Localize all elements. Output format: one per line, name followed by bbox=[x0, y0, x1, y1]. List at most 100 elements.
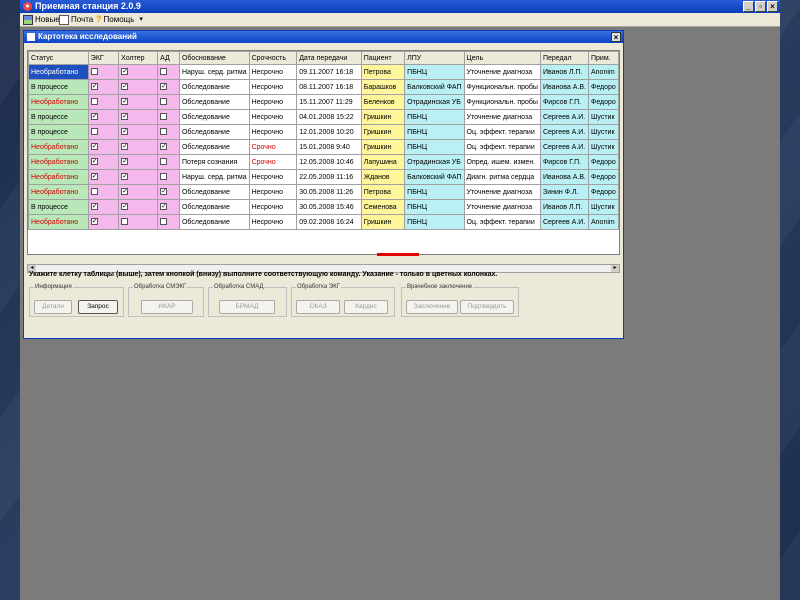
header-urgency[interactable]: Срочность bbox=[248, 51, 298, 65]
conclusion-button[interactable]: Заключение bbox=[406, 300, 458, 314]
holter-checkbox[interactable]: ✓ bbox=[121, 83, 129, 91]
cell-reason[interactable]: Обследование bbox=[178, 124, 250, 140]
holter-checkbox[interactable]: ✓ bbox=[121, 188, 129, 196]
cell-holter[interactable]: ✓ bbox=[118, 79, 159, 95]
cell-sender[interactable]: Сергеев А.И. bbox=[539, 124, 590, 140]
dialog-titlebar[interactable]: Картотека исследований × bbox=[24, 31, 623, 43]
cell-date[interactable]: 12.05.2008 10:46 bbox=[296, 154, 362, 170]
cell-patient[interactable]: Барашков bbox=[360, 79, 406, 95]
cell-lpu[interactable]: ПБНЦ bbox=[404, 184, 465, 200]
cell-ad[interactable] bbox=[157, 124, 180, 140]
cell-ad[interactable] bbox=[157, 169, 180, 185]
details-button[interactable]: Детали bbox=[34, 300, 72, 314]
cell-note[interactable]: Anonim bbox=[588, 214, 619, 230]
cell-goal[interactable]: Оц. эффект. терапии bbox=[463, 214, 541, 230]
cell-ekg[interactable]: ✓ bbox=[87, 154, 120, 170]
cell-status[interactable]: В процессе bbox=[28, 109, 89, 125]
ad-checkbox[interactable] bbox=[160, 128, 168, 136]
cell-holter[interactable]: ✓ bbox=[118, 199, 159, 215]
ikar-button[interactable]: ИКАР bbox=[141, 300, 193, 314]
header-date[interactable]: Дата передачи bbox=[296, 51, 362, 65]
cell-reason[interactable]: Обследование bbox=[178, 109, 250, 125]
table-row[interactable]: Необработано ✓ ✓ ✓ Обследование Срочно 15.01.2… bbox=[28, 139, 619, 155]
table-row[interactable]: Необработано ✓ Наруш. серд. ритма Несрочно 0… bbox=[28, 64, 619, 80]
header-status[interactable]: Статус bbox=[28, 51, 89, 65]
header-ekg[interactable]: ЭКГ bbox=[87, 51, 120, 65]
menu-mail[interactable]: Почта bbox=[59, 13, 93, 26]
cell-urgency[interactable]: Несрочно bbox=[248, 169, 298, 185]
cell-date[interactable]: 30.05.2008 11:26 bbox=[296, 184, 362, 200]
cell-holter[interactable]: ✓ bbox=[118, 154, 159, 170]
cell-note[interactable]: Федоро bbox=[588, 169, 619, 185]
cell-urgency[interactable]: Несрочно bbox=[248, 214, 298, 230]
cell-reason[interactable]: Наруш. серд. ритма bbox=[178, 64, 250, 80]
cell-sender[interactable]: Сергеев А.И. bbox=[539, 109, 590, 125]
cell-holter[interactable]: ✓ bbox=[118, 64, 159, 80]
cell-lpu[interactable]: ПБНЦ bbox=[404, 64, 465, 80]
table-row[interactable]: Необработано ✓ Обследование Несрочно 15.11.2… bbox=[28, 94, 619, 110]
cell-sender[interactable]: Зинин Ф.Л. bbox=[539, 184, 590, 200]
cell-holter[interactable]: ✓ bbox=[118, 124, 159, 140]
okaz-button[interactable]: ОКАЗ bbox=[296, 300, 340, 314]
cell-status[interactable]: В процессе bbox=[28, 79, 89, 95]
brmad-button[interactable]: БРМАД bbox=[219, 300, 275, 314]
cell-sender[interactable]: Иванова А.В. bbox=[539, 169, 590, 185]
cell-sender[interactable]: Фирсов Г.П. bbox=[539, 94, 590, 110]
holter-checkbox[interactable]: ✓ bbox=[121, 203, 129, 211]
ekg-checkbox[interactable]: ✓ bbox=[90, 83, 98, 91]
cell-goal[interactable]: Диагн. ритма сердца bbox=[463, 169, 541, 185]
ekg-checkbox[interactable] bbox=[90, 98, 98, 106]
table-row[interactable]: Необработано ✓ ✓ Обследование Несрочно 30.05.… bbox=[28, 184, 619, 200]
menu-help[interactable]: ? Помощь ▾ bbox=[96, 13, 143, 26]
cell-status[interactable]: Необработано bbox=[28, 214, 89, 230]
cell-status[interactable]: В процессе bbox=[28, 124, 89, 140]
cell-goal[interactable]: Опред. ишем. измен. bbox=[463, 154, 541, 170]
cell-urgency[interactable]: Несрочно bbox=[248, 109, 298, 125]
ad-checkbox[interactable] bbox=[160, 173, 168, 181]
cell-lpu[interactable]: ПБНЦ bbox=[404, 124, 465, 140]
header-goal[interactable]: Цель bbox=[463, 51, 541, 65]
cell-note[interactable]: Федоро bbox=[588, 154, 619, 170]
cell-date[interactable]: 22.05.2008 11:16 bbox=[296, 169, 362, 185]
cell-patient[interactable]: Гришкин bbox=[360, 214, 406, 230]
header-ad[interactable]: АД bbox=[157, 51, 180, 65]
cell-date[interactable]: 15.01.2008 9:40 bbox=[296, 139, 362, 155]
cell-holter[interactable]: ✓ bbox=[118, 169, 159, 185]
ad-checkbox[interactable] bbox=[160, 68, 168, 76]
table-row[interactable]: В процессе ✓ Обследование Несрочно 12.01.200… bbox=[28, 124, 619, 140]
header-holter[interactable]: Холтер bbox=[118, 51, 159, 65]
table-row[interactable]: Необработано ✓ Обследование Несрочно 09.02.2… bbox=[28, 214, 619, 230]
cell-note[interactable]: Федоро bbox=[588, 184, 619, 200]
ad-checkbox[interactable]: ✓ bbox=[160, 188, 168, 196]
cell-date[interactable]: 09.02.2008 16:24 bbox=[296, 214, 362, 230]
cell-lpu[interactable]: Балковский ФАП bbox=[404, 79, 465, 95]
cell-reason[interactable]: Обследование bbox=[178, 94, 250, 110]
cell-goal[interactable]: Функциональн. пробы bbox=[463, 94, 541, 110]
cell-date[interactable]: 30.05.2008 15:46 bbox=[296, 199, 362, 215]
cell-lpu[interactable]: Балковский ФАП bbox=[404, 169, 465, 185]
holter-checkbox[interactable]: ✓ bbox=[121, 158, 129, 166]
holter-checkbox[interactable]: ✓ bbox=[121, 98, 129, 106]
menu-new[interactable]: Новые bbox=[23, 13, 60, 26]
ad-checkbox[interactable] bbox=[160, 98, 168, 106]
cell-lpu[interactable]: Отрадинская УБ bbox=[404, 94, 465, 110]
cell-urgency[interactable]: Срочно bbox=[248, 154, 298, 170]
cell-reason[interactable]: Обследование bbox=[178, 199, 250, 215]
ekg-checkbox[interactable] bbox=[90, 68, 98, 76]
cell-patient[interactable]: Лапушина bbox=[360, 154, 406, 170]
cell-reason[interactable]: Обследование bbox=[178, 139, 250, 155]
cell-date[interactable]: 09.11.2007 16:18 bbox=[296, 64, 362, 80]
cell-ekg[interactable]: ✓ bbox=[87, 214, 120, 230]
cell-ad[interactable] bbox=[157, 154, 180, 170]
cell-ad[interactable]: ✓ bbox=[157, 199, 180, 215]
cell-status[interactable]: Необработано bbox=[28, 94, 89, 110]
cell-urgency[interactable]: Срочно bbox=[248, 139, 298, 155]
cell-ad[interactable] bbox=[157, 214, 180, 230]
cell-patient[interactable]: Петрова bbox=[360, 64, 406, 80]
cell-sender[interactable]: Иванов Л.П. bbox=[539, 199, 590, 215]
cell-lpu[interactable]: Отрадинская УБ bbox=[404, 154, 465, 170]
cell-date[interactable]: 08.11.2007 16:18 bbox=[296, 79, 362, 95]
cell-status[interactable]: В процессе bbox=[28, 199, 89, 215]
cell-sender[interactable]: Иванова А.В. bbox=[539, 79, 590, 95]
cell-holter[interactable]: ✓ bbox=[118, 184, 159, 200]
